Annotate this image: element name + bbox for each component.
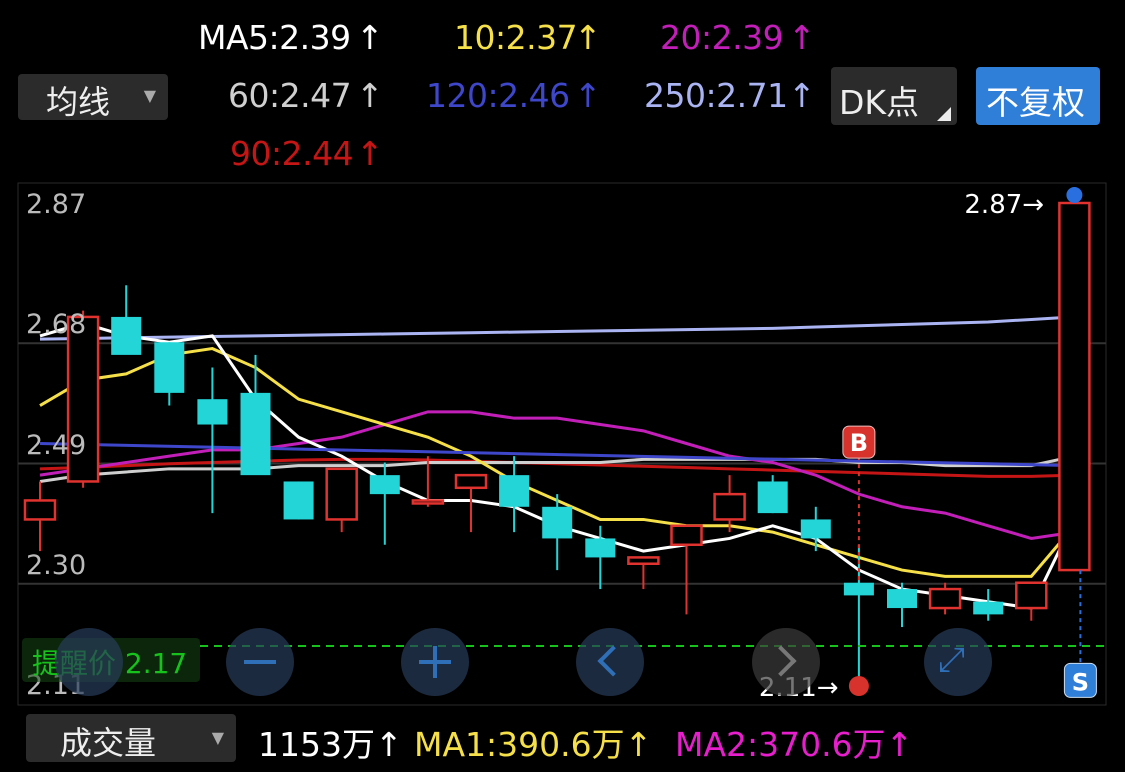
nav-button-1[interactable] — [55, 628, 123, 696]
candle-up — [454, 473, 488, 490]
ma60-line — [39, 454, 1075, 483]
volume-select[interactable]: 成交量 ▼ — [26, 714, 236, 762]
candle-down — [843, 582, 874, 596]
candle-up — [713, 492, 746, 521]
candle-up — [1058, 201, 1091, 572]
candle-up — [670, 524, 703, 547]
candle-up — [411, 499, 445, 505]
volume-ma2: MA2:370.6万↑ — [675, 725, 914, 764]
scroll-right-button[interactable] — [752, 628, 820, 696]
low-dot — [848, 676, 869, 696]
plus-icon-v — [433, 646, 437, 678]
fullscreen-button[interactable]: ⤢ — [924, 628, 992, 696]
chevron-left-icon — [597, 645, 629, 677]
candle-up — [928, 587, 962, 610]
zoom-in-button[interactable] — [401, 628, 469, 696]
candle-down — [197, 399, 228, 425]
candle-down — [240, 392, 271, 476]
y-tick-label: 2.49 — [26, 429, 87, 461]
expand-icon: ⤢ — [938, 640, 966, 680]
y-tick-label: 2.87 — [26, 189, 87, 220]
candle-up — [325, 467, 358, 521]
volume-select-label: 成交量 — [60, 724, 157, 762]
minus-icon — [244, 660, 276, 664]
chart-border — [17, 182, 1107, 706]
y-tick-label: 2.68 — [26, 309, 87, 341]
chart-grid — [17, 182, 1107, 706]
candle-down — [283, 481, 314, 520]
sell-marker-letter: S — [1072, 668, 1089, 696]
candle-down — [111, 316, 142, 355]
y-tick-label: 2.30 — [26, 549, 87, 581]
candle-up — [627, 556, 660, 566]
candle-down — [585, 538, 616, 558]
high-price-label: 2.87→ — [964, 190, 1044, 220]
candle-down — [369, 475, 400, 495]
candle-down — [800, 519, 831, 539]
buy-marker-letter: B — [850, 429, 868, 457]
chevron-right-icon — [765, 645, 797, 677]
high-dot — [1066, 187, 1083, 203]
volume-ma1: MA1:390.6万↑ — [414, 725, 653, 764]
candle-down — [973, 601, 1004, 615]
candle-down — [154, 342, 185, 393]
candle-down — [542, 506, 573, 539]
candle-down — [757, 481, 788, 514]
zoom-out-button[interactable] — [226, 628, 294, 696]
chevron-down-icon: ▼ — [211, 728, 224, 747]
candle-down — [499, 475, 530, 507]
ma250-line — [39, 315, 1075, 341]
volume-value: 1153万↑ — [258, 725, 403, 764]
candle-down — [887, 589, 917, 609]
candle-up — [1015, 581, 1048, 610]
scroll-left-button[interactable] — [576, 628, 644, 696]
candle-up — [23, 499, 57, 521]
chart-annotations: 2.87→2.11→BS — [200, 187, 1106, 703]
